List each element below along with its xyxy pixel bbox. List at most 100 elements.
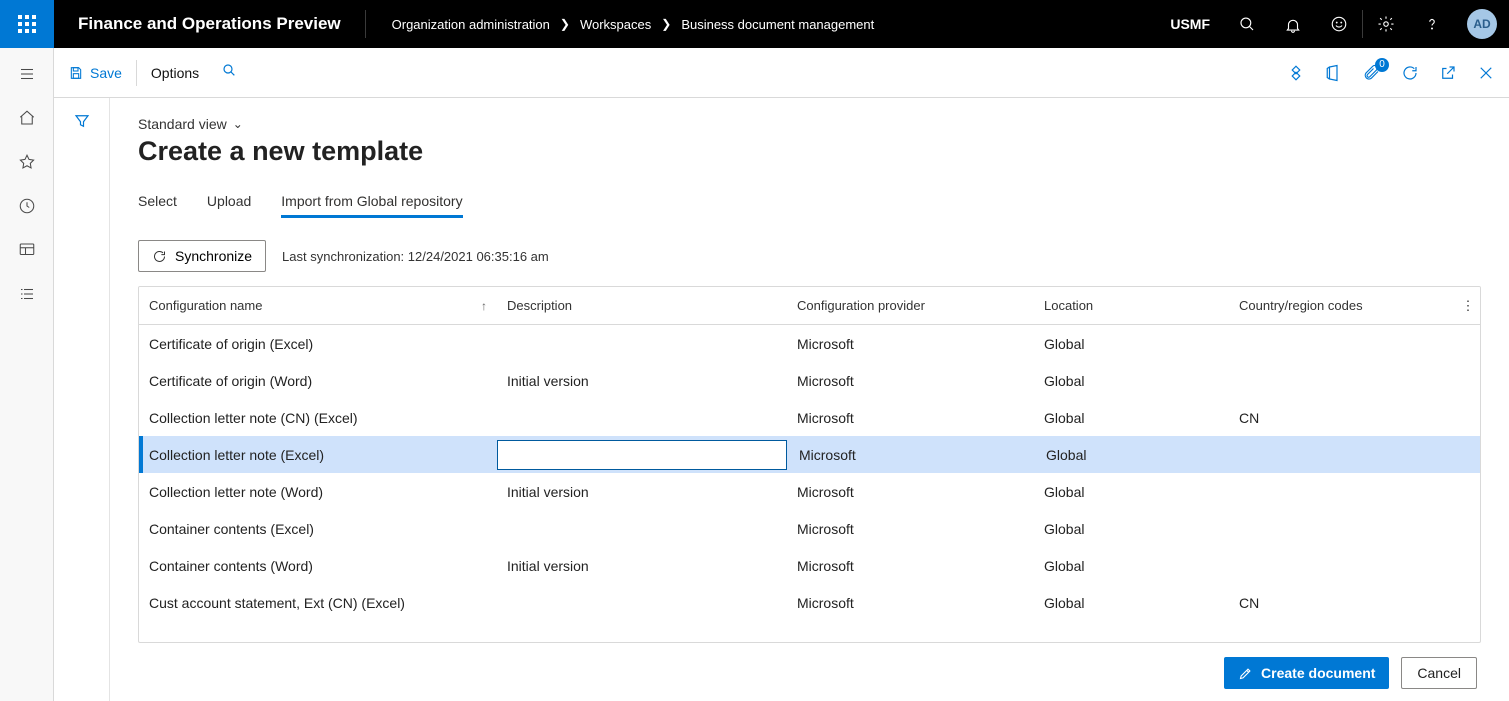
gear-icon <box>1377 15 1395 33</box>
close-button[interactable] <box>1477 64 1495 82</box>
nav-workspaces-button[interactable] <box>0 228 54 272</box>
tab-upload[interactable]: Upload <box>207 187 251 218</box>
app-launcher-button[interactable] <box>0 0 54 48</box>
search-icon <box>221 62 237 78</box>
cell-name: Certificate of origin (Word) <box>139 373 497 389</box>
cell-location: Global <box>1034 373 1229 389</box>
synchronize-label: Synchronize <box>175 248 252 264</box>
app-title: Finance and Operations Preview <box>54 14 365 34</box>
table-row[interactable]: Certificate of origin (Excel)MicrosoftGl… <box>139 325 1480 362</box>
breadcrumb: Organization administration ❯ Workspaces… <box>366 17 875 32</box>
breadcrumb-org-admin[interactable]: Organization administration <box>392 17 550 32</box>
grid-header: Configuration name ↑ Description Configu… <box>139 287 1480 325</box>
synchronize-button[interactable]: Synchronize <box>138 240 266 272</box>
refresh-button[interactable] <box>1401 64 1419 82</box>
cell-description <box>497 440 787 470</box>
chevron-down-icon: ⌄ <box>233 117 243 131</box>
divider <box>136 60 137 86</box>
cell-name: Cust account statement, Ext (CN) (Excel) <box>139 595 497 611</box>
refresh-icon <box>152 249 167 264</box>
tab-select[interactable]: Select <box>138 187 177 218</box>
breadcrumb-bdm[interactable]: Business document management <box>681 17 874 32</box>
search-icon <box>1238 15 1256 33</box>
attachments-count: 0 <box>1375 58 1389 72</box>
col-header-location[interactable]: Location <box>1034 298 1229 313</box>
top-bar: Finance and Operations Preview Organizat… <box>0 0 1509 48</box>
action-pane: Save Options 0 <box>54 48 1509 98</box>
chevron-right-icon: ❯ <box>560 17 570 31</box>
settings-button[interactable] <box>1363 0 1409 48</box>
funnel-icon <box>73 112 91 130</box>
nav-modules-button[interactable] <box>0 272 54 316</box>
more-vertical-icon: ⋮ <box>1462 298 1475 314</box>
save-button[interactable]: Save <box>68 65 122 81</box>
breadcrumb-workspaces[interactable]: Workspaces <box>580 17 651 32</box>
close-icon <box>1477 64 1495 82</box>
chevron-right-icon: ❯ <box>661 17 671 31</box>
notifications-button[interactable] <box>1270 0 1316 48</box>
avatar[interactable]: AD <box>1467 9 1497 39</box>
cell-location: Global <box>1036 447 1231 463</box>
options-button[interactable]: Options <box>151 65 199 81</box>
footer-buttons: Create document Cancel <box>138 643 1481 689</box>
diamond-icon <box>1287 64 1305 82</box>
table-row[interactable]: Collection letter note (Word)Initial ver… <box>139 473 1480 510</box>
cell-name: Container contents (Excel) <box>139 521 497 537</box>
col-options-button[interactable]: ⋮ <box>1456 298 1480 314</box>
hamburger-icon <box>18 65 36 83</box>
sort-asc-icon: ↑ <box>481 299 487 313</box>
tab-import[interactable]: Import from Global repository <box>281 187 462 218</box>
grid-body[interactable]: Certificate of origin (Excel)MicrosoftGl… <box>139 325 1480 642</box>
page-search-button[interactable] <box>221 62 237 83</box>
cell-description: Initial version <box>497 373 787 389</box>
cell-country-codes: CN <box>1229 595 1480 611</box>
save-label: Save <box>90 65 122 81</box>
col-header-description[interactable]: Description <box>497 298 787 313</box>
col-header-provider[interactable]: Configuration provider <box>787 298 1034 313</box>
table-row[interactable]: Container contents (Excel)MicrosoftGloba… <box>139 510 1480 547</box>
bell-icon <box>1284 15 1302 33</box>
view-label: Standard view <box>138 116 227 132</box>
cell-location: Global <box>1034 521 1229 537</box>
workspace-icon <box>18 241 36 259</box>
cell-provider: Microsoft <box>787 484 1034 500</box>
table-row[interactable]: Collection letter note (CN) (Excel) Micro… <box>139 399 1480 436</box>
table-row[interactable]: Certificate of origin (Word)Initial vers… <box>139 362 1480 399</box>
cell-provider: Microsoft <box>787 595 1034 611</box>
col-header-country-codes[interactable]: Country/region codes <box>1229 298 1456 313</box>
top-right-controls: USMF AD <box>1156 0 1509 48</box>
table-row[interactable]: Cust account statement, Ext (CN) (Excel)… <box>139 584 1480 621</box>
view-selector[interactable]: Standard view ⌄ <box>138 116 1481 132</box>
cell-provider: Microsoft <box>789 447 1036 463</box>
cell-provider: Microsoft <box>787 410 1034 426</box>
table-row[interactable]: Collection letter note (Excel)MicrosoftG… <box>139 436 1480 473</box>
company-picker[interactable]: USMF <box>1156 16 1224 32</box>
table-row[interactable]: Container contents (Word)Initial version… <box>139 547 1480 584</box>
col-header-name[interactable]: Configuration name ↑ <box>139 298 497 313</box>
last-sync-label: Last synchronization: 12/24/2021 06:35:1… <box>282 249 549 264</box>
search-button[interactable] <box>1224 0 1270 48</box>
create-document-button[interactable]: Create document <box>1224 657 1389 689</box>
cell-name: Collection letter note (Word) <box>139 484 497 500</box>
cell-description: Initial version <box>497 484 787 500</box>
popout-icon <box>1439 64 1457 82</box>
cancel-button[interactable]: Cancel <box>1401 657 1477 689</box>
cell-provider: Microsoft <box>787 373 1034 389</box>
refresh-icon <box>1401 64 1419 82</box>
help-button[interactable] <box>1409 0 1455 48</box>
cell-country-codes: CN <box>1229 410 1480 426</box>
nav-recent-button[interactable] <box>0 184 54 228</box>
nav-favorites-button[interactable] <box>0 140 54 184</box>
help-icon <box>1423 15 1441 33</box>
nav-home-button[interactable] <box>0 96 54 140</box>
popout-button[interactable] <box>1439 64 1457 82</box>
office-button[interactable] <box>1325 64 1343 82</box>
cell-location: Global <box>1034 595 1229 611</box>
create-document-label: Create document <box>1261 665 1375 681</box>
filter-pane-toggle[interactable] <box>54 98 110 701</box>
related-button[interactable] <box>1287 64 1305 82</box>
feedback-button[interactable] <box>1316 0 1362 48</box>
cell-name: Collection letter note (CN) (Excel) <box>139 410 497 426</box>
nav-expand-button[interactable] <box>0 52 54 96</box>
attachments-button[interactable]: 0 <box>1363 64 1381 82</box>
